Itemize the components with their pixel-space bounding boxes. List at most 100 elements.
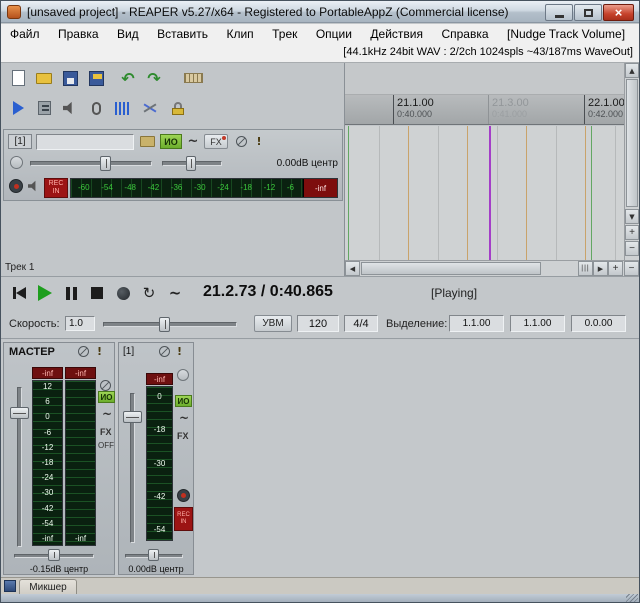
bpm-mode-button[interactable]: УВМ [254,315,292,332]
vscroll-thumb[interactable] [626,79,638,207]
media-explorer-button[interactable] [33,97,55,119]
channel1-strip-label[interactable]: [1] [123,346,134,357]
vzoom-in-button[interactable]: + [625,225,639,240]
play-button[interactable] [33,281,57,305]
transport-envelope-button[interactable]: ~ [163,281,187,305]
channel1-volume-readout[interactable]: 0.00dB центр [119,564,193,574]
channel1-io-button[interactable]: ИО [175,395,192,407]
resize-grip[interactable] [626,594,638,602]
track-list-label[interactable]: Трек 1 [5,262,34,273]
docker-icon[interactable] [4,580,16,592]
track-recarm-button[interactable] [9,179,23,193]
channel1-mute-button[interactable] [159,346,170,357]
master-peak-right[interactable]: -inf [65,367,96,379]
channel1-fader-handle[interactable] [123,411,142,423]
track-warning-icon[interactable]: ! [254,134,264,149]
menu-item[interactable]: Клип [219,24,260,44]
menu-file[interactable]: Файл [3,24,47,44]
scroll-right-button[interactable]: ▶ [593,261,608,276]
repeat-button[interactable]: ↻ [137,281,161,305]
menu-track[interactable]: Трек [265,24,304,44]
folder-icon[interactable] [140,136,155,147]
menu-view[interactable]: Вид [110,24,146,44]
channel1-recarm-button[interactable] [177,489,190,502]
track-volume-readout[interactable]: 0.00dB центр [234,158,338,169]
master-fader-handle[interactable] [10,407,29,419]
grid-settings-button[interactable] [181,67,205,89]
scroll-up-button[interactable]: ▲ [625,63,639,78]
time-signature-field[interactable]: 4/4 [344,315,378,332]
save-project-button[interactable] [59,67,81,89]
track-pan-handle[interactable] [186,156,196,171]
horizontal-scrollbar[interactable]: ◀ ||| ▶ + − [345,260,639,276]
menu-actions[interactable]: Действия [363,24,430,44]
close-button[interactable]: × [603,4,634,21]
mouse-modifiers-button[interactable] [85,97,107,119]
master-mute-button[interactable] [78,346,89,357]
rate-slider-handle[interactable] [159,317,170,332]
track-fx-button[interactable]: FX [204,134,228,149]
open-project-button[interactable] [33,67,55,89]
goto-start-button[interactable] [7,281,31,305]
record-button[interactable] [111,281,135,305]
master-fx-button[interactable]: FX [100,427,112,437]
rate-input[interactable]: 1.0 [65,316,95,331]
master-strip-label[interactable]: МАСТЕР [9,346,55,358]
new-project-button[interactable] [7,67,29,89]
vzoom-out-button[interactable]: − [625,241,639,256]
bpm-field[interactable]: 120 [297,315,339,332]
hzoom-in-button[interactable]: + [608,261,623,276]
master-volume-readout[interactable]: -0.15dB центр [4,564,114,574]
channel1-envelope-button[interactable]: ~ [177,411,191,425]
master-warning-icon[interactable]: ! [97,345,102,358]
hscroll-thumb[interactable] [361,262,541,275]
menu-options[interactable]: Опции [309,24,359,44]
channel1-peak[interactable]: -inf [146,373,173,385]
save-project-as-button[interactable] [85,67,107,89]
selection-length-field[interactable]: 0.0.00 [571,315,626,332]
scroll-grip-button[interactable]: ||| [578,261,593,276]
track-name-input[interactable] [36,134,134,150]
track-mute-button[interactable] [236,136,247,147]
vertical-scrollbar[interactable]: ▲ ▼ + − [624,63,639,260]
channel1-rec-input-label[interactable]: REC IN [174,507,193,531]
master-pan-handle[interactable] [48,549,60,561]
metronome-button[interactable] [111,97,133,119]
track-io-button[interactable]: ИО [160,134,182,149]
menu-help[interactable]: Справка [434,24,495,44]
track-pan-knob[interactable] [10,156,23,169]
master-io-button[interactable]: ИО [98,391,115,403]
menu-insert[interactable]: Вставить [150,24,215,44]
master-peak-left[interactable]: -inf [32,367,63,379]
mixer-tab[interactable]: Микшер [19,579,77,595]
transport-position-display[interactable]: 21.2.73 / 0:40.865 [203,283,333,301]
timeline-ruler[interactable]: 21.1.00 0:40.000 21.3.00 0:41.000 22.1.0… [345,95,624,125]
maximize-button[interactable] [574,4,602,21]
arrange-view[interactable] [345,126,624,260]
stop-button[interactable] [85,281,109,305]
channel1-fx-button[interactable]: FX [177,431,189,441]
master-mono-button[interactable] [100,380,111,391]
channel1-pan-handle[interactable] [148,549,159,561]
track-volume-slider[interactable] [30,161,152,166]
selection-end-field[interactable]: 1.1.00 [510,315,565,332]
master-fx-state-label[interactable]: OFF [98,441,114,450]
track-number-badge[interactable]: [1] [8,134,32,149]
menu-nudge-track-volume[interactable]: [Nudge Track Volume] [500,24,632,44]
window-icon[interactable] [7,5,21,19]
minimize-button[interactable] [545,4,573,21]
selection-start-field[interactable]: 1.1.00 [449,315,504,332]
rec-input-label[interactable]: REC IN [44,178,68,198]
redo-button[interactable]: ↷ [143,67,165,89]
hzoom-out-button[interactable]: − [624,261,639,276]
scroll-down-button[interactable]: ▼ [625,209,639,224]
undo-button[interactable]: ↶ [117,67,139,89]
track-envelope-button[interactable]: ~ [186,133,200,149]
rate-slider[interactable] [103,322,237,327]
master-volume-button[interactable] [59,97,81,119]
lock-button[interactable] [167,97,189,119]
scroll-left-button[interactable]: ◀ [345,261,360,276]
input-speaker-icon[interactable] [28,180,36,192]
audio-status-line[interactable]: [44.1kHz 24bit WAV : 2/2ch 1024spls ~43/… [343,46,633,58]
channel1-warning-icon[interactable]: ! [177,345,182,358]
